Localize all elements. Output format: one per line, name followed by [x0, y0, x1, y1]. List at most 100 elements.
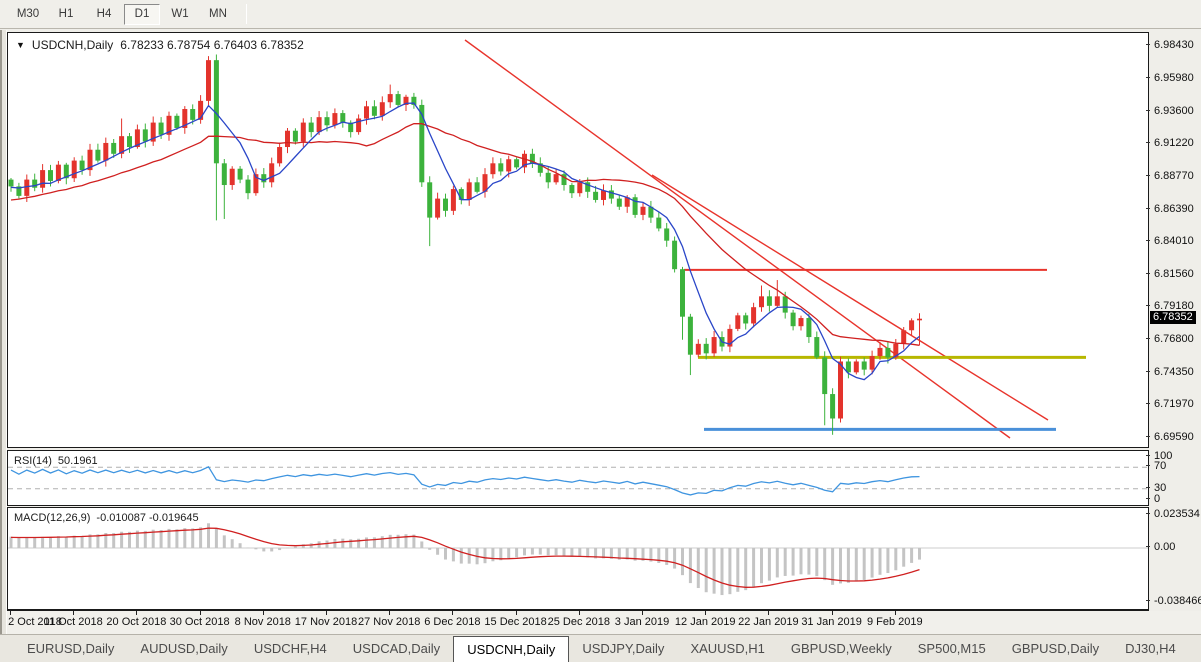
scale-tick [1146, 77, 1150, 79]
macd-histogram-bar [728, 547, 732, 595]
macd-axis-label: 0.00 [1154, 540, 1176, 553]
candle-body [735, 315, 741, 329]
macd-label: MACD(12,26,9) -0.010087 -0.019645 [14, 512, 199, 524]
candle-body [687, 316, 693, 355]
macd-histogram-bar [688, 547, 692, 584]
candle-body [664, 228, 670, 241]
macd-panel[interactable]: MACD(12,26,9) -0.010087 -0.019645 [7, 507, 1149, 610]
chart-dropdown-icon[interactable]: ▼ [16, 40, 25, 50]
macd-histogram-bar [143, 530, 147, 548]
candle-body [48, 170, 53, 181]
tab-gbpusd-weekly[interactable]: GBPUSD,Weekly [778, 635, 905, 662]
main-chart-panel[interactable]: ▼ USDCNH,Daily 6.78233 6.78754 6.76403 6… [7, 32, 1149, 448]
timeframe-button-d1[interactable]: D1 [124, 3, 160, 25]
macd-histogram-bar [436, 547, 440, 555]
scale-tick [1146, 465, 1150, 467]
macd-histogram-bar [894, 547, 898, 571]
macd-histogram-bar [578, 547, 582, 557]
date-tick [705, 611, 707, 615]
macd-histogram-bar [254, 547, 258, 550]
candle-body [774, 296, 780, 306]
candle-body [790, 312, 796, 327]
tab-sp500-m15[interactable]: SP500,M15 [905, 635, 999, 662]
timeframe-button-mn[interactable]: MN [200, 4, 236, 25]
date-axis-label: 27 Nov 2018 [357, 616, 421, 628]
macd-histogram-bar [791, 547, 795, 576]
date-axis-label: 11 Oct 2018 [43, 616, 103, 628]
candle-body [601, 190, 606, 200]
price-axis-label: 6.71970 [1154, 398, 1194, 411]
scale-tick [1146, 403, 1150, 405]
scale-tick [1146, 175, 1150, 177]
timeframe-button-group: M30 H1 H4 D1 W1 MN [10, 3, 238, 25]
timeframe-button-h1[interactable]: H1 [48, 4, 84, 25]
tab-usdcad-daily[interactable]: USDCAD,Daily [340, 635, 453, 662]
date-axis[interactable]: 2 Oct 2018 11 Oct 2018 20 Oct 2018 30 Oct 2… [7, 611, 1201, 634]
macd-histogram-bar [467, 547, 471, 564]
macd-histogram-bar [783, 547, 787, 576]
macd-histogram-bar [538, 547, 542, 555]
tab-eurusd-daily[interactable]: EURUSD,Daily [14, 635, 127, 662]
candle-body [553, 174, 559, 183]
candle-body [277, 147, 283, 164]
rsi-panel[interactable]: RSI(14) 50.1961 [7, 450, 1149, 506]
candle-body [40, 170, 46, 188]
macd-histogram-bar [854, 547, 858, 582]
timeframe-button-m30[interactable]: M30 [10, 4, 46, 25]
date-tick [515, 611, 517, 615]
date-tick [199, 611, 201, 615]
macd-histogram-bar [775, 547, 779, 578]
scale-tick [1146, 207, 1150, 209]
scale-tick [1146, 486, 1150, 488]
tab-usdjpy-daily[interactable]: USDJPY,Daily [569, 635, 677, 662]
candle-body [743, 315, 749, 324]
trendline-downtrend-short[interactable] [651, 174, 1049, 421]
tab-gbpusd-daily[interactable]: GBPUSD,Daily [999, 635, 1112, 662]
macd-histogram-bar [380, 536, 384, 548]
tab-audusd-daily[interactable]: AUDUSD,Daily [127, 635, 240, 662]
timeframe-button-w1[interactable]: W1 [162, 4, 198, 25]
timeframe-button-h4[interactable]: H4 [86, 4, 122, 25]
candle-body [498, 163, 504, 172]
macd-histogram-bar [286, 547, 289, 549]
macd-histogram-bar [56, 536, 60, 548]
candle-body [285, 130, 290, 148]
scale-tick [1146, 305, 1150, 307]
macd-histogram-bar [862, 547, 866, 580]
candle-body [269, 163, 275, 183]
scale-tick [1146, 371, 1150, 373]
price-scale[interactable]: 6.98430 6.95980 6.93600 6.91220 6.88770 6.863… [1146, 32, 1201, 610]
macd-histogram-bar [870, 547, 874, 578]
candle-body [435, 198, 441, 218]
macd-histogram-bar [183, 528, 187, 548]
tab-xauusd-h1[interactable]: XAUUSD,H1 [677, 635, 777, 662]
macd-histogram-bar [270, 547, 274, 552]
macd-histogram-bar [333, 538, 337, 548]
rsi-axis-label: 30 [1154, 481, 1167, 494]
trendline-downtrend-long[interactable] [464, 39, 1011, 439]
date-axis-label: 15 Dec 2018 [484, 616, 547, 628]
macd-histogram-bar [230, 539, 234, 548]
macd-histogram-bar [214, 528, 218, 548]
date-tick [73, 611, 75, 615]
candle-body [672, 240, 678, 270]
macd-histogram-bar [760, 547, 763, 584]
date-tick [10, 611, 11, 615]
candle-body [174, 115, 180, 129]
date-axis-label: 3 Jan 2019 [614, 616, 670, 628]
date-tick [262, 611, 264, 615]
candlestick-chart[interactable] [8, 33, 1148, 447]
candle-body [640, 206, 646, 215]
candle-body [24, 179, 30, 196]
macd-histogram-bar [483, 547, 487, 564]
macd-histogram-bar [815, 547, 819, 577]
macd-histogram-bar [64, 536, 68, 548]
tab-dj30-h4[interactable]: DJ30,H4 [1112, 635, 1189, 662]
macd-histogram-bar [246, 547, 250, 549]
macd-histogram-bar [799, 547, 803, 575]
macd-signal-line [10, 527, 920, 588]
candle-body [158, 122, 164, 135]
tab-usdchf-h4[interactable]: USDCHF,H4 [241, 635, 340, 662]
tab-usdcnh-daily[interactable]: USDCNH,Daily [453, 636, 570, 662]
tab-tech100-h1[interactable]: TECH100,H1 [1189, 635, 1201, 662]
